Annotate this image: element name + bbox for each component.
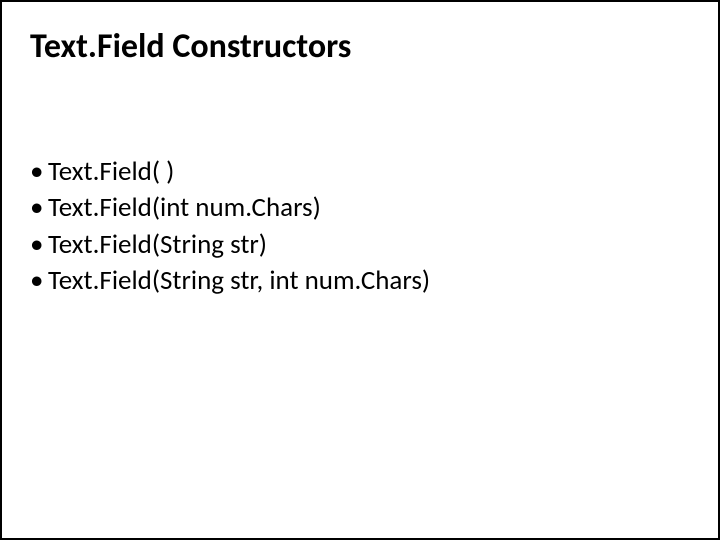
list-item: • Text.Field(String str, int num.Chars): [30, 263, 430, 299]
slide-title: Text.Field Constructors: [30, 26, 351, 67]
list-item-text: Text.Field(String str, int num.Chars): [48, 263, 430, 299]
list-item-text: Text.Field( ): [48, 154, 174, 190]
bullet-icon: •: [30, 154, 48, 190]
bullet-list: • Text.Field( ) • Text.Field(int num.Cha…: [30, 154, 430, 300]
list-item: • Text.Field( ): [30, 154, 430, 190]
bullet-icon: •: [30, 263, 48, 299]
list-item: • Text.Field(int num.Chars): [30, 190, 430, 226]
slide: Text.Field Constructors • Text.Field( ) …: [0, 0, 720, 540]
list-item-text: Text.Field(String str): [48, 227, 267, 263]
list-item-text: Text.Field(int num.Chars): [48, 190, 321, 226]
bullet-icon: •: [30, 190, 48, 226]
bullet-icon: •: [30, 227, 48, 263]
list-item: • Text.Field(String str): [30, 227, 430, 263]
